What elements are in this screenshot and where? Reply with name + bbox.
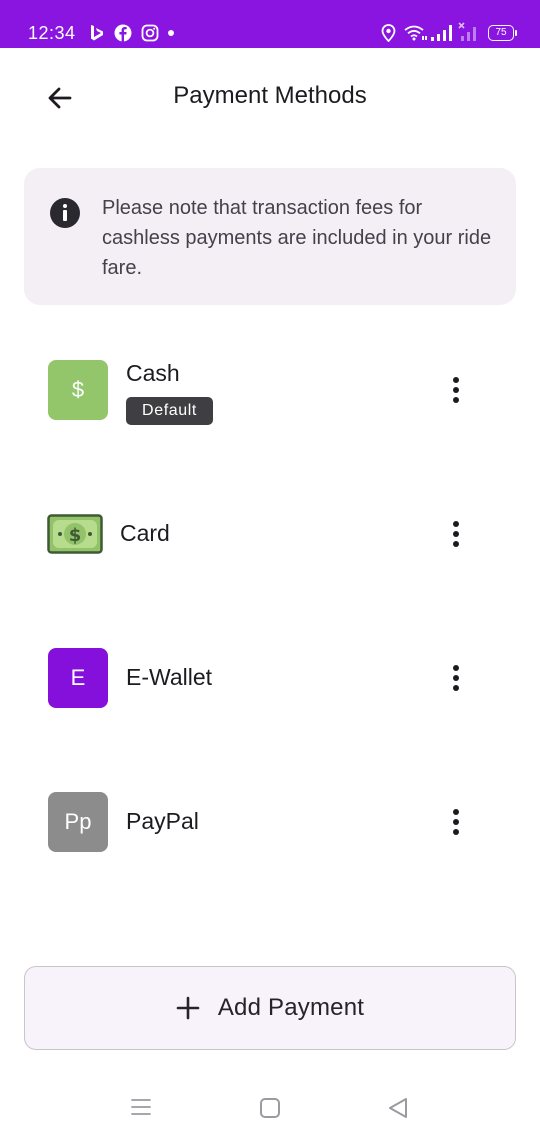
payment-item-cash[interactable]: $ Cash Default <box>0 340 540 440</box>
battery-level: 75 <box>495 27 507 38</box>
recent-apps-icon[interactable] <box>130 1098 152 1116</box>
info-text: Please note that transaction fees for ca… <box>102 197 492 279</box>
payment-method-name: Card <box>120 520 170 546</box>
more-button-card[interactable] <box>436 514 476 554</box>
wifi-icon <box>404 25 427 41</box>
back-triangle-icon[interactable] <box>386 1096 410 1120</box>
add-payment-button[interactable]: Add Payment <box>24 966 516 1050</box>
more-button-paypal[interactable] <box>436 802 476 842</box>
dot-icon <box>168 30 174 36</box>
payment-item-card[interactable]: $ Card <box>0 484 540 584</box>
payment-method-name: PayPal <box>126 808 199 834</box>
status-time: 12:34 <box>28 23 76 43</box>
more-button-e-wallet[interactable] <box>436 658 476 698</box>
app-bar: Payment Methods <box>0 48 540 144</box>
instagram-icon <box>141 24 159 42</box>
dollar-icon: $ <box>48 360 108 420</box>
more-vertical-icon <box>453 809 459 835</box>
signal-icon <box>431 25 452 41</box>
status-bar: 12:34 75 <box>0 0 540 48</box>
facebook-icon <box>114 24 132 42</box>
payment-item-e-wallet[interactable]: E E-Wallet <box>0 628 540 728</box>
more-vertical-icon <box>453 665 459 691</box>
svg-text:$: $ <box>69 525 82 546</box>
paypal-icon-text: Pp <box>64 809 92 834</box>
paypal-icon: Pp <box>48 792 108 852</box>
payment-method-name: Cash <box>126 360 180 386</box>
home-icon[interactable] <box>259 1097 281 1119</box>
page-title: Payment Methods <box>173 82 367 109</box>
plus-icon <box>176 996 200 1020</box>
bing-icon <box>91 25 103 41</box>
add-payment-label: Add Payment <box>217 994 365 1021</box>
signal-off-icon <box>458 22 476 41</box>
system-nav-bar <box>0 1078 540 1140</box>
payment-method-name: E-Wallet <box>126 664 213 690</box>
payment-item-paypal[interactable]: Pp PayPal <box>0 772 540 872</box>
default-badge: Default <box>126 397 213 425</box>
info-icon <box>50 198 80 228</box>
e-wallet-icon: E <box>48 648 108 708</box>
banknote-icon: $ <box>47 514 103 554</box>
e-wallet-icon-text: E <box>70 665 86 690</box>
location-icon <box>381 24 396 42</box>
more-vertical-icon <box>453 521 459 547</box>
more-vertical-icon <box>453 377 459 403</box>
cash-icon-text: $ <box>71 377 85 402</box>
battery-icon: 75 <box>488 25 517 41</box>
more-button-cash[interactable] <box>436 370 476 410</box>
